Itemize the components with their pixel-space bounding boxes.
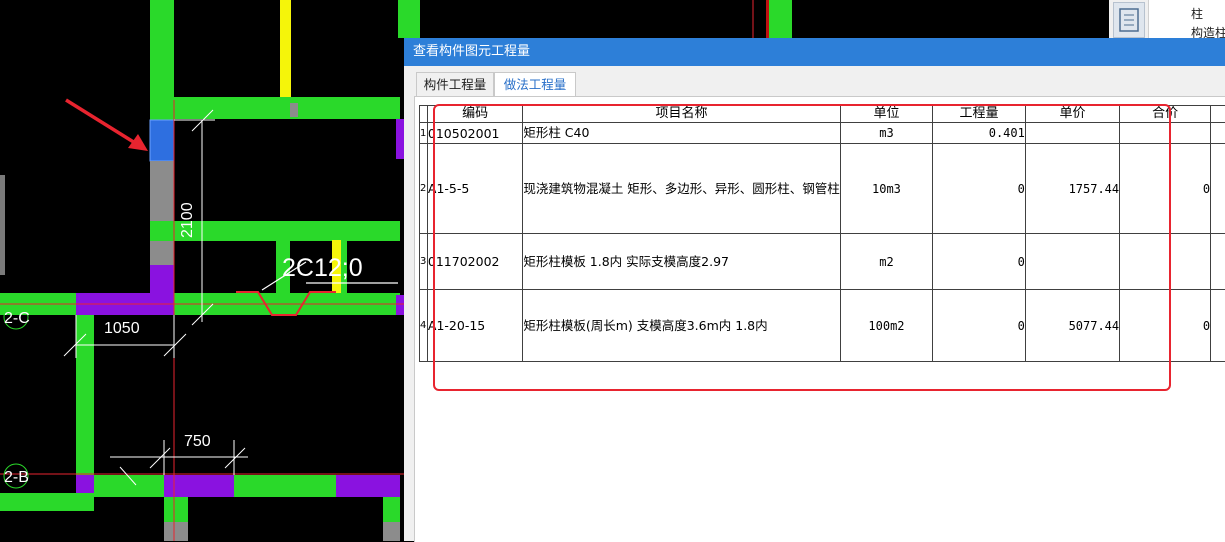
wall (234, 475, 340, 497)
cell-spare (1211, 123, 1225, 144)
wall (0, 493, 94, 511)
dialog-title: 查看构件图元工程量 (404, 44, 530, 59)
axis-label-b: 2-B (4, 469, 29, 486)
cell-spare (1211, 234, 1225, 290)
wall (76, 315, 94, 475)
column-purple (150, 265, 174, 315)
selected-column[interactable] (150, 120, 174, 161)
row-number: 1 (420, 123, 428, 144)
tab-component-quantity[interactable]: 构件工程量 (416, 72, 494, 96)
dialog-title-bar[interactable]: 查看构件图元工程量 (404, 38, 1225, 66)
column-gray (150, 240, 174, 266)
column-gray (150, 161, 174, 221)
cell-spare (1211, 144, 1225, 234)
wall (398, 0, 420, 38)
header-rownum (420, 106, 428, 123)
dim-1050: 1050 (104, 320, 140, 337)
header-spare (1211, 106, 1225, 123)
component-list-icon[interactable] (1113, 2, 1145, 38)
tab-method-quantity[interactable]: 做法工程量 (494, 72, 576, 97)
tree-item-column[interactable]: 柱 (1191, 5, 1203, 22)
rebar-label: 2C12;0 (282, 254, 363, 282)
column-purple (336, 475, 400, 497)
wall (94, 475, 164, 497)
wall (766, 0, 792, 38)
beam (150, 97, 400, 119)
red-highlight-box (433, 104, 1171, 391)
dim-2100: 2100 (179, 202, 196, 238)
component-tree-panel: 柱 构造柱 (1109, 0, 1225, 40)
dim-750: 750 (184, 433, 211, 450)
row-number: 4 (420, 290, 428, 362)
cell-spare (1211, 290, 1225, 362)
row-number: 3 (420, 234, 428, 290)
row-number: 2 (420, 144, 428, 234)
wall-yellow (280, 0, 291, 97)
axis-label-c: 2-C (4, 310, 30, 327)
